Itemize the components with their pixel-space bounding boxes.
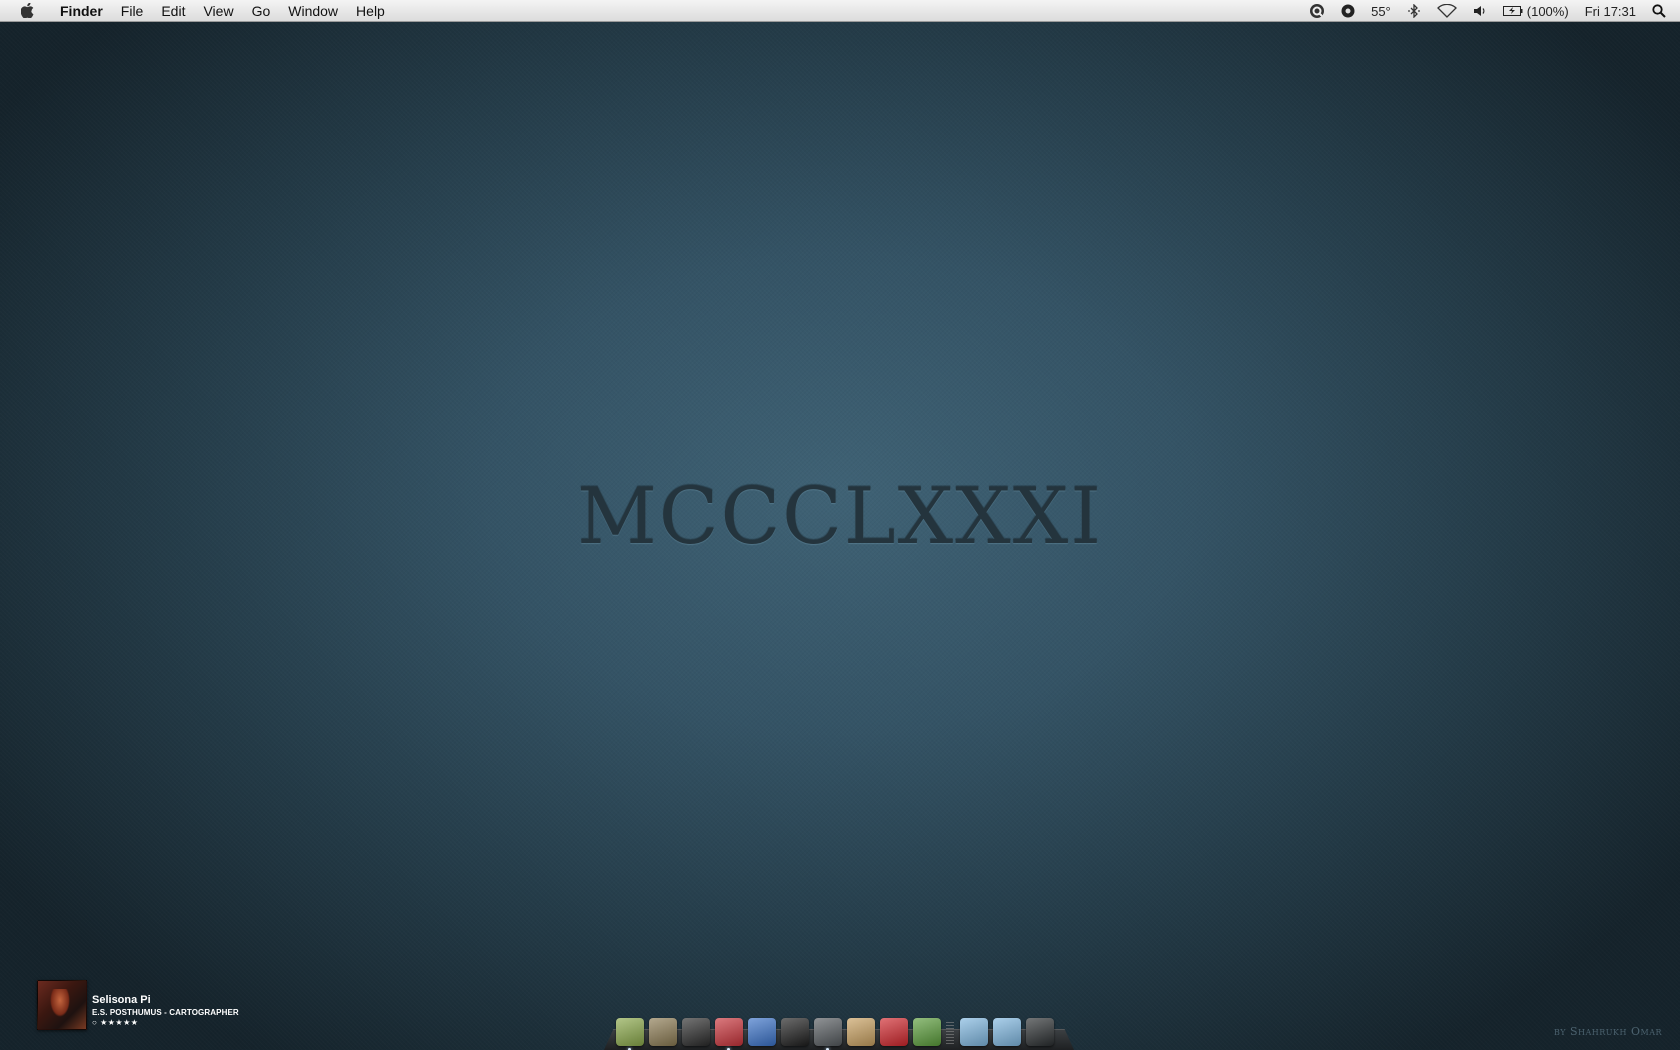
track-title: Selisona Pi: [92, 994, 151, 1006]
dock-separator[interactable]: [946, 1022, 954, 1046]
umbrella-app-icon[interactable]: [715, 1018, 743, 1050]
menu-file[interactable]: File: [112, 0, 153, 22]
box-app-icon[interactable]: [649, 1018, 677, 1046]
battery-icon[interactable]: (100%): [1502, 3, 1569, 19]
clock-label[interactable]: Fri 17:31: [1585, 4, 1636, 19]
bluetooth-icon[interactable]: [1407, 4, 1421, 18]
wallpaper-signature: by Shahrukh Omar: [1553, 1025, 1662, 1038]
trash-icon[interactable]: [1026, 1018, 1054, 1046]
swiss-knife-app-icon[interactable]: [880, 1018, 908, 1046]
speaker-app-icon[interactable]: [814, 1018, 842, 1050]
leaf-app-icon[interactable]: [913, 1018, 941, 1046]
menu-edit[interactable]: Edit: [152, 0, 194, 22]
brush-app-icon[interactable]: [847, 1018, 875, 1046]
volume-icon[interactable]: [1473, 4, 1487, 18]
dock: [604, 1016, 1074, 1050]
menu-help[interactable]: Help: [347, 0, 394, 22]
notepad-app-icon[interactable]: [781, 1018, 809, 1046]
menu-finder[interactable]: Finder: [51, 0, 112, 22]
menu-window[interactable]: Window: [279, 0, 347, 22]
menu-bar: Finder File Edit View Go Window Help 55°…: [0, 0, 1680, 22]
track-artist: E.S. POSTHUMUS - CARTOGRAPHER: [92, 1008, 239, 1017]
applications-folder-icon[interactable]: [993, 1018, 1021, 1046]
menu-go[interactable]: Go: [243, 0, 280, 22]
spotlight-icon[interactable]: [1652, 4, 1666, 18]
menu-view[interactable]: View: [194, 0, 242, 22]
track-rating[interactable]: ○ ★★★★★: [92, 1018, 239, 1028]
rating-stars[interactable]: ★★★★★: [100, 1018, 138, 1027]
downloads-folder-icon[interactable]: [960, 1018, 988, 1046]
album-art[interactable]: [37, 980, 87, 1030]
battery-percent: (100%): [1526, 3, 1569, 19]
rating-clear-icon[interactable]: ○: [92, 1018, 97, 1027]
desktop-numeral-text: MCCCLXXXI: [576, 472, 1104, 562]
wifi-icon[interactable]: [1436, 4, 1457, 18]
robot-app-icon[interactable]: [682, 1018, 710, 1046]
quicksilver-icon[interactable]: [1309, 3, 1325, 19]
record-icon[interactable]: [1341, 4, 1355, 18]
now-playing-widget[interactable]: Selisona Pi E.S. POSTHUMUS - CARTOGRAPHE…: [37, 980, 239, 1030]
temperature-label[interactable]: 55°: [1371, 4, 1391, 19]
apple-menu-icon[interactable]: [21, 3, 35, 18]
pencil-app-icon[interactable]: [748, 1018, 776, 1046]
snail-app-icon[interactable]: [616, 1018, 644, 1050]
